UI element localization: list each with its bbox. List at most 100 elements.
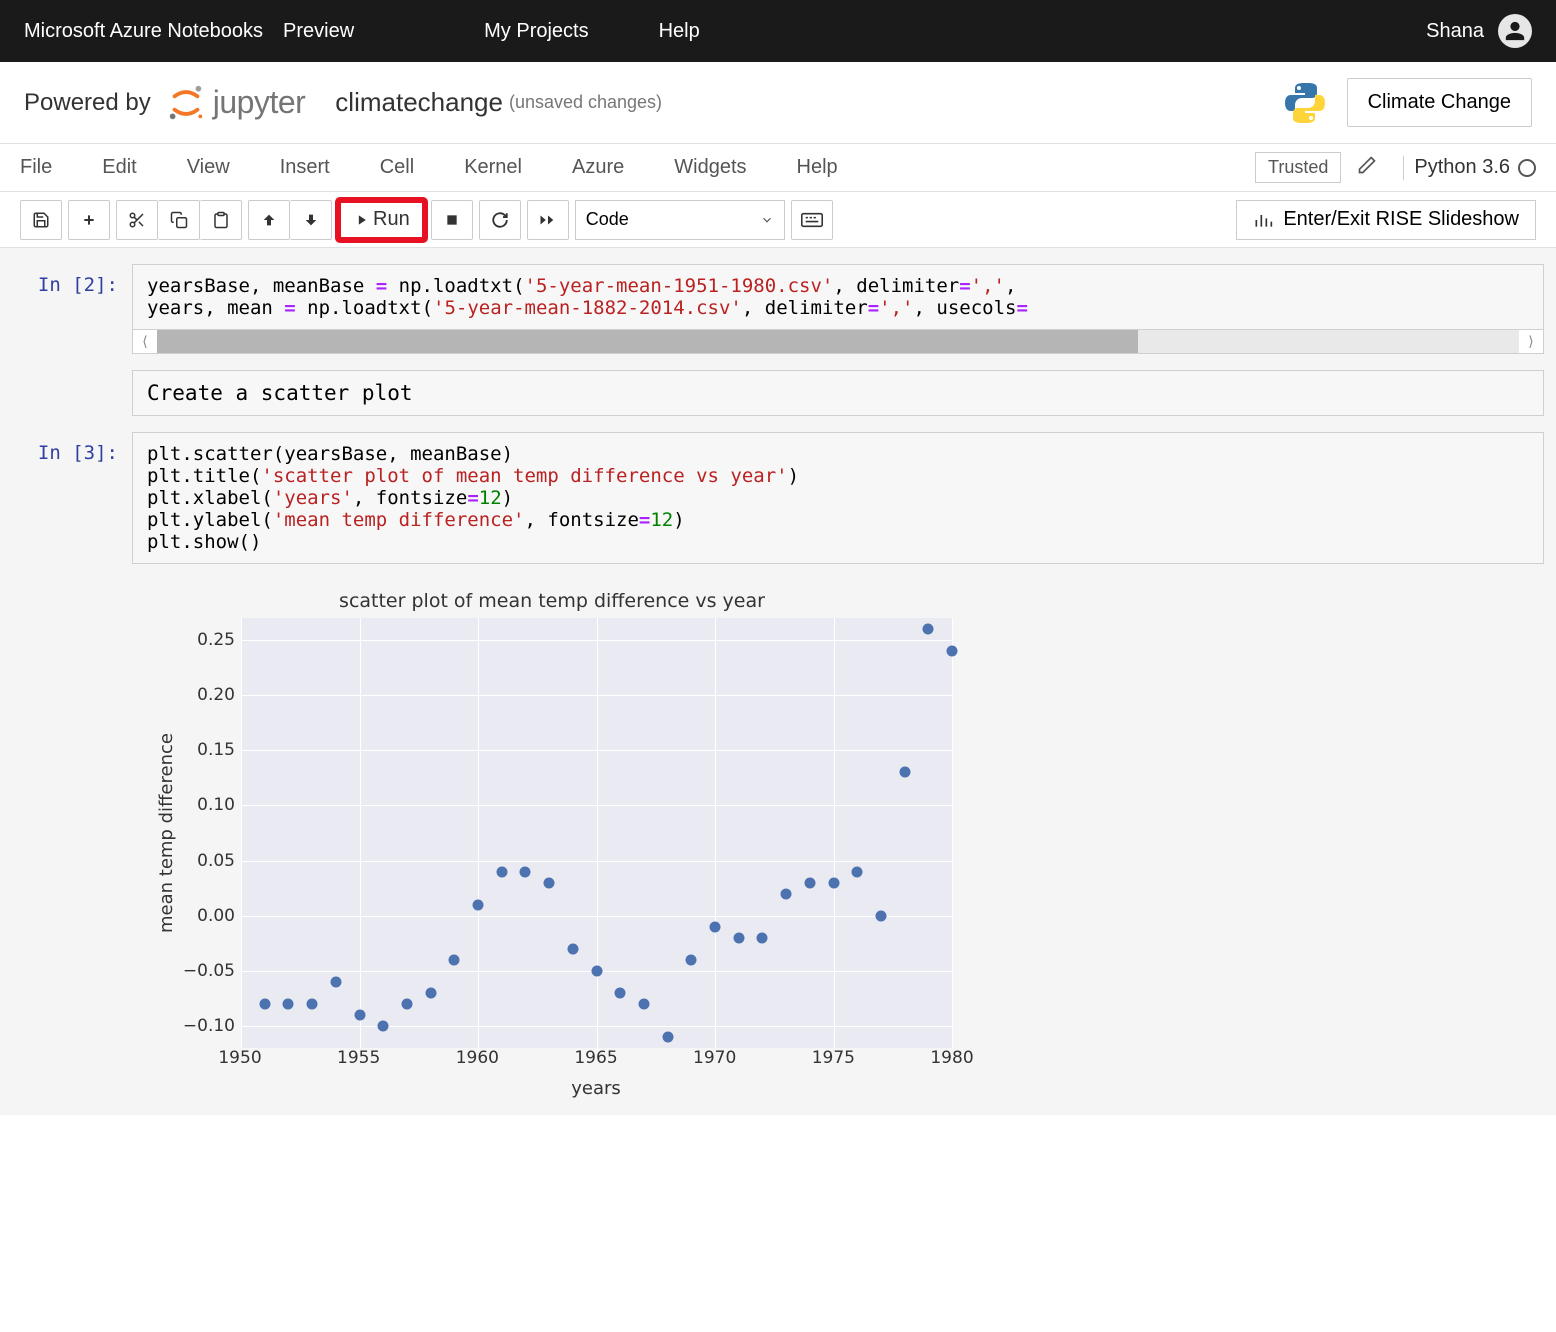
jupyter-word: jupyter [213,84,306,121]
nav-my-projects[interactable]: My Projects [484,20,588,43]
rise-slideshow-button[interactable]: Enter/Exit RISE Slideshow [1236,200,1536,240]
run-button[interactable]: Run [338,200,425,240]
code-cell-3[interactable]: In [3]: plt.scatter(yearsBase, meanBase)… [12,432,1544,564]
prompt-in-2: In [2]: [12,264,132,354]
unsaved-label: (unsaved changes) [509,92,662,113]
cell-type-select[interactable]: Code [575,200,785,240]
data-point [947,646,958,657]
data-point [591,965,602,976]
restart-run-all-button[interactable] [527,200,569,240]
scroll-left-icon[interactable]: ⟨ [133,333,157,350]
notebook-header: Powered by jupyter climatechange (unsave… [0,62,1556,144]
data-point [473,899,484,910]
move-down-button[interactable] [290,200,332,240]
data-point [710,921,721,932]
data-point [496,866,507,877]
paste-button[interactable] [200,200,242,240]
kernel-name: Python 3.6 [1414,156,1510,179]
chevron-down-icon [760,213,774,227]
user-name: Shana [1426,20,1484,43]
pencil-icon[interactable] [1357,155,1377,181]
run-label: Run [373,208,410,231]
chart-xlabel: years [240,1078,952,1099]
data-point [662,1031,673,1042]
kernel-indicator: Python 3.6 [1414,156,1536,179]
data-point [875,910,886,921]
toolbar: Run Code Enter/Exit RISE Slideshow [0,192,1556,248]
data-point [567,943,578,954]
interrupt-button[interactable] [431,200,473,240]
user-block[interactable]: Shana [1426,14,1532,48]
menu-help[interactable]: Help [797,156,838,179]
trusted-badge[interactable]: Trusted [1255,152,1341,183]
code-input-3[interactable]: plt.scatter(yearsBase, meanBase) plt.tit… [132,432,1544,564]
kernel-status-icon [1518,159,1536,177]
data-point [283,998,294,1009]
powered-by-label: Powered by [24,89,151,117]
code-cell-2[interactable]: In [2]: yearsBase, meanBase = np.loadtxt… [12,264,1544,354]
scatter-chart: scatter plot of mean temp difference vs … [152,590,952,1099]
chart-yticks: −0.10−0.050.000.050.100.150.200.25 [181,618,241,1048]
menu-widgets[interactable]: Widgets [674,156,746,179]
climate-change-button[interactable]: Climate Change [1347,78,1532,127]
scroll-right-icon[interactable]: ⟩ [1519,333,1543,350]
code-input-2[interactable]: yearsBase, meanBase = np.loadtxt('5-year… [132,264,1544,330]
data-point [638,998,649,1009]
menu-insert[interactable]: Insert [280,156,330,179]
data-point [733,932,744,943]
data-point [804,877,815,888]
restart-button[interactable] [479,200,521,240]
topbar-nav: My Projects Help [484,20,700,43]
chart-plot-area [241,618,952,1048]
menu-edit[interactable]: Edit [102,156,136,179]
menu-view[interactable]: View [187,156,230,179]
data-point [520,866,531,877]
prompt-in-3: In [3]: [12,432,132,564]
data-point [686,954,697,965]
jupyter-logo: jupyter [165,82,306,124]
brand-label: Microsoft Azure Notebooks [24,20,263,43]
markdown-content[interactable]: Create a scatter plot [132,370,1544,416]
data-point [259,998,270,1009]
move-up-button[interactable] [248,200,290,240]
data-point [330,976,341,987]
preview-label: Preview [283,20,354,43]
cell-output-3: scatter plot of mean temp difference vs … [152,580,1544,1099]
menu-cell[interactable]: Cell [380,156,414,179]
copy-button[interactable] [158,200,200,240]
markdown-cell[interactable]: Create a scatter plot [12,370,1544,416]
scrollbar-thumb[interactable] [157,330,1138,353]
data-point [923,624,934,635]
save-button[interactable] [20,200,62,240]
data-point [378,1020,389,1031]
menu-kernel[interactable]: Kernel [464,156,522,179]
data-point [757,932,768,943]
chart-title: scatter plot of mean temp difference vs … [152,590,952,612]
data-point [354,1009,365,1020]
menu-file[interactable]: File [20,156,52,179]
data-point [899,767,910,778]
avatar-icon[interactable] [1498,14,1532,48]
data-point [401,998,412,1009]
add-cell-button[interactable] [68,200,110,240]
horizontal-scrollbar[interactable]: ⟨ ⟩ [132,330,1544,354]
data-point [852,866,863,877]
menubar: File Edit View Insert Cell Kernel Azure … [0,144,1556,192]
notebook-title[interactable]: climatechange [335,87,503,118]
data-point [544,877,555,888]
notebook-area: In [2]: yearsBase, meanBase = np.loadtxt… [0,248,1556,1115]
rise-label: Enter/Exit RISE Slideshow [1283,208,1519,231]
data-point [615,987,626,998]
command-palette-button[interactable] [791,200,833,240]
azure-topbar: Microsoft Azure Notebooks Preview My Pro… [0,0,1556,62]
jupyter-orbit-icon [165,82,207,124]
data-point [425,987,436,998]
cut-button[interactable] [116,200,158,240]
bar-chart-icon [1253,211,1273,229]
chart-ylabel: mean temp difference [152,618,181,1048]
data-point [781,888,792,899]
nav-help[interactable]: Help [659,20,700,43]
data-point [828,877,839,888]
menu-azure[interactable]: Azure [572,156,624,179]
run-icon [353,213,367,227]
